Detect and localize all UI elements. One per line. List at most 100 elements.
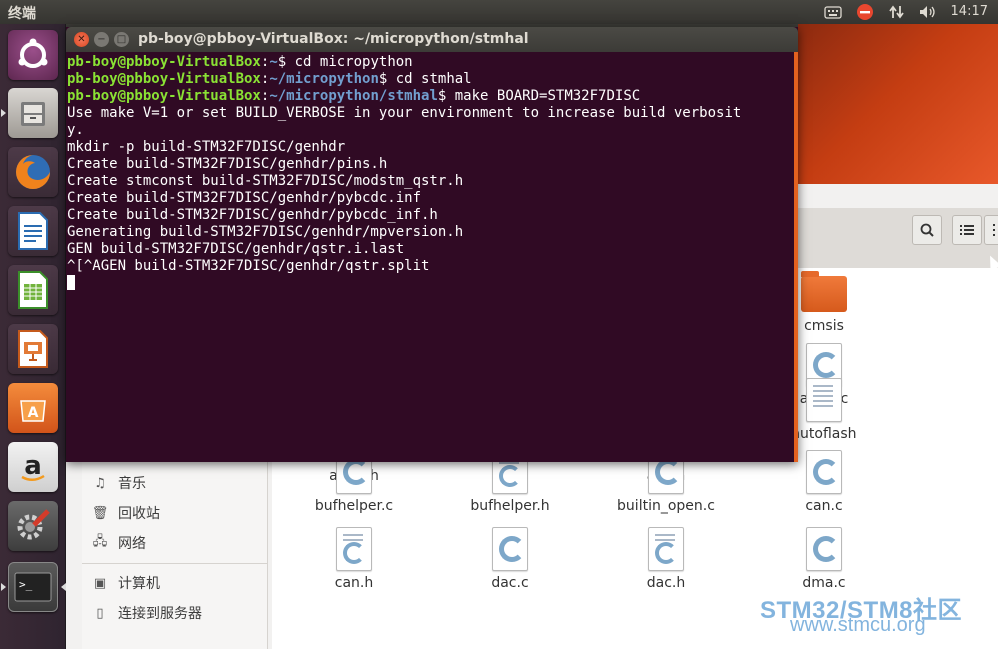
output-line: Create build-STM32F7DISC/genhdr/pybcdc_i…	[67, 207, 438, 223]
header-file-icon	[336, 527, 372, 571]
output-line: Create stmconst build-STM32F7DISC/modstm…	[67, 173, 464, 189]
terminal-scroll-edge	[794, 52, 798, 462]
output-line: Generating build-STM32F7DISC/genhdr/mpve…	[67, 224, 464, 240]
prompt-path: ~	[269, 54, 278, 70]
file-item[interactable]: dma.c	[759, 527, 889, 591]
keyboard-icon[interactable]	[822, 2, 844, 22]
server-icon: ▯	[96, 605, 104, 621]
prompt-line: pb-boy@pbboy-VirtualBox:~/micropython$ c…	[67, 71, 794, 88]
terminal-window[interactable]: ✕ − □ pb-boy@pbboy-VirtualBox: ~/micropy…	[66, 27, 798, 462]
file-item[interactable]: can.h	[289, 527, 419, 591]
file-name: builtin_open.c	[617, 498, 715, 514]
network-places-icon: 🖧	[92, 534, 108, 549]
file-name: dma.c	[802, 575, 846, 591]
sidebar-item-network[interactable]: 🖧 网络	[92, 532, 146, 554]
prompt-user: pb-boy@pbboy-VirtualBox	[67, 71, 261, 87]
output-line: Create build-STM32F7DISC/genhdr/pins.h	[67, 156, 388, 172]
top-panel: 终端 14:17	[0, 0, 998, 24]
network-icon[interactable]	[886, 2, 908, 22]
output-line: ^[^AGEN build-STM32F7DISC/genhdr/qstr.sp…	[67, 258, 430, 274]
close-button[interactable]: ✕	[74, 32, 89, 47]
output-line: Create build-STM32F7DISC/genhdr/pybcdc.i…	[67, 190, 422, 206]
minimize-button[interactable]: −	[94, 32, 109, 47]
prompt-path: ~/micropython	[269, 71, 379, 87]
file-name: bufhelper.h	[470, 498, 550, 514]
libreoffice-calc-icon[interactable]	[8, 265, 58, 315]
sidebar-item-label: 网络	[118, 536, 146, 552]
amazon-icon[interactable]: a	[8, 442, 58, 492]
svg-text:>_: >_	[19, 578, 33, 591]
cursor-line	[67, 275, 794, 293]
power-icon[interactable]	[854, 2, 876, 22]
file-name: bufhelper.c	[314, 498, 394, 514]
output-line: Use make V=1 or set BUILD_VERBOSE in you…	[67, 105, 742, 121]
minimize-icon: −	[97, 33, 106, 45]
firefox-icon[interactable]	[8, 147, 58, 197]
menu-button[interactable]	[984, 215, 998, 245]
sidebar-item-label: 连接到服务器	[118, 606, 202, 622]
volume-icon[interactable]	[916, 2, 940, 22]
computer-icon: ▣	[93, 575, 107, 591]
sidebar-item-music[interactable]: ♫ 音乐	[92, 472, 146, 494]
prompt-command: $ make BOARD=STM32F7DISC	[437, 88, 641, 104]
running-indicator	[1, 583, 6, 591]
svg-text:a: a	[24, 451, 42, 481]
menu-icon	[993, 224, 995, 236]
c-source-icon	[806, 450, 842, 494]
sidebar-item-label: 音乐	[118, 476, 146, 492]
c-source-icon	[806, 527, 842, 571]
desktop-wallpaper	[798, 24, 998, 184]
output-line: y.	[67, 122, 84, 138]
sidebar-item-label: 回收站	[118, 506, 160, 522]
libreoffice-writer-icon[interactable]	[8, 206, 58, 256]
prompt-user: pb-boy@pbboy-VirtualBox	[67, 88, 261, 104]
file-name: dac.h	[646, 575, 686, 591]
sidebar-item-trash[interactable]: 🗑 回收站	[92, 502, 160, 524]
file-name: can.h	[334, 575, 374, 591]
terminal-titlebar[interactable]: ✕ − □ pb-boy@pbboy-VirtualBox: ~/micropy…	[66, 27, 798, 52]
search-button[interactable]	[912, 215, 942, 245]
search-icon	[920, 223, 934, 237]
window-title: pb-boy@pbboy-VirtualBox: ~/micropython/s…	[138, 31, 529, 47]
output-line: mkdir -p build-STM32F7DISC/genhdr	[67, 139, 346, 155]
sidebar-item-label: 计算机	[118, 576, 160, 592]
trash-icon: 🗑	[91, 505, 109, 521]
folder-icon	[801, 271, 847, 312]
list-view-icon	[960, 225, 974, 235]
prompt-line: pb-boy@pbboy-VirtualBox:~$ cd micropytho…	[67, 54, 794, 71]
header-file-icon	[648, 527, 684, 571]
files-icon[interactable]	[8, 88, 58, 138]
watermark-url: www.stmcu.org	[790, 614, 926, 636]
app-title: 终端	[8, 6, 36, 22]
svg-text:A: A	[28, 405, 39, 421]
music-icon: ♫	[94, 475, 106, 491]
prompt-command: $ cd stmhal	[378, 71, 472, 87]
ubuntu-software-icon[interactable]: A	[8, 383, 58, 433]
running-indicator	[1, 109, 6, 117]
file-name: dac.c	[491, 575, 529, 591]
terminal-icon[interactable]: >_	[8, 562, 58, 612]
c-source-icon	[492, 527, 528, 571]
text-cursor	[67, 275, 75, 290]
close-icon: ✕	[77, 33, 86, 45]
output-line: GEN build-STM32F7DISC/genhdr/qstr.i.last	[67, 241, 405, 257]
terminal-output[interactable]: pb-boy@pbboy-VirtualBox:~$ cd micropytho…	[66, 52, 794, 462]
prompt-line: pb-boy@pbboy-VirtualBox:~/micropython/st…	[67, 88, 794, 105]
prompt-user: pb-boy@pbboy-VirtualBox	[67, 54, 261, 70]
prompt-command: $ cd micropython	[277, 54, 413, 70]
libreoffice-impress-icon[interactable]	[8, 324, 58, 374]
file-item[interactable]: dac.h	[601, 527, 731, 591]
sidebar-divider	[82, 563, 268, 564]
sidebar-item-computer[interactable]: ▣ 计算机	[92, 572, 160, 594]
file-name: can.c	[805, 498, 843, 514]
list-view-button[interactable]	[952, 215, 982, 245]
ubuntu-dash-icon[interactable]	[8, 30, 58, 80]
launcher: A a >_	[0, 24, 66, 649]
system-settings-icon[interactable]	[8, 501, 58, 551]
maximize-button[interactable]: □	[114, 32, 129, 47]
script-icon	[806, 378, 842, 422]
file-item[interactable]: dac.c	[445, 527, 575, 591]
prompt-path: ~/micropython/stmhal	[269, 88, 438, 104]
sidebar-item-connect-server[interactable]: ▯ 连接到服务器	[92, 602, 202, 624]
clock[interactable]: 14:17	[951, 4, 988, 19]
